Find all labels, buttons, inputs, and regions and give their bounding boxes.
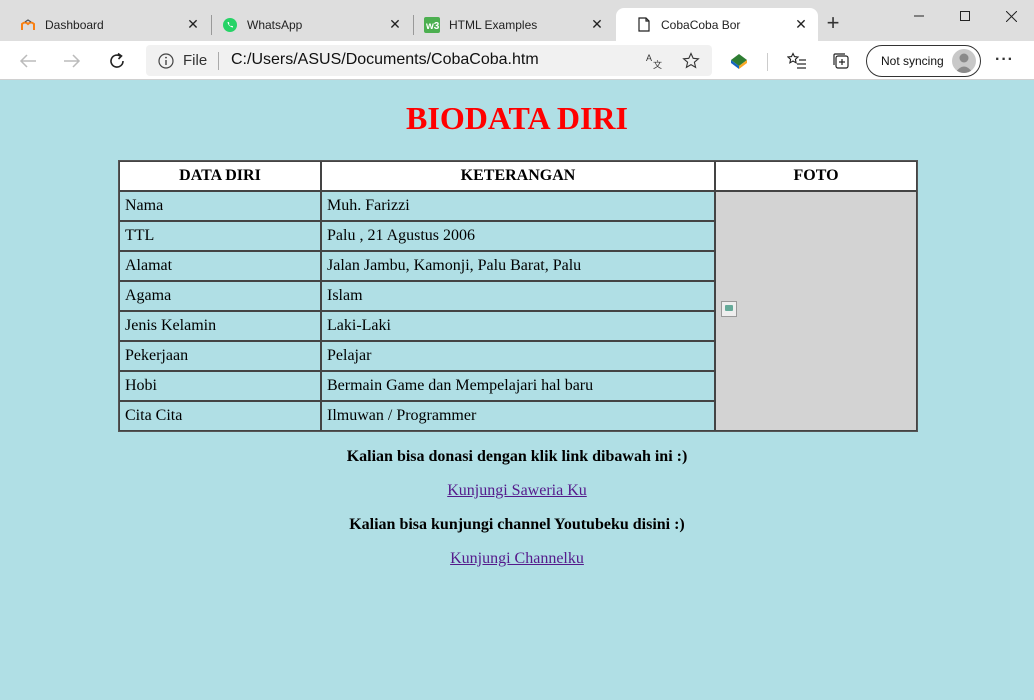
row-label: Hobi [119,371,321,401]
tab-dashboard[interactable]: Dashboard ✕ [0,8,210,41]
favorite-star-icon[interactable] [681,51,701,71]
row-label: TTL [119,221,321,251]
more-options-icon[interactable]: ··· [995,51,1014,69]
tab-title: WhatsApp [247,17,303,32]
close-icon[interactable]: ✕ [388,17,402,31]
broken-image-icon [721,300,737,317]
address-bar[interactable]: File C:/Users/ASUS/Documents/CobaCoba.ht… [146,45,712,76]
row-value: Muh. Farizzi [321,191,715,221]
page-title: BIODATA DIRI [406,100,628,136]
svg-text:A: A [646,53,652,63]
row-value: Bermain Game dan Mempelajari hal baru [321,371,715,401]
tab-cobacoba[interactable]: CobaCoba Bor ✕ [616,8,818,41]
youtube-link-wrapper: Kunjungi Channelku [0,550,1034,568]
address-divider [218,52,219,70]
photo-cell [715,191,917,431]
window-close-icon[interactable] [988,0,1034,32]
tab-bar: Dashboard ✕ WhatsApp ✕ w3 HTML Examples … [0,0,1034,41]
maximize-icon[interactable] [942,0,988,32]
close-icon[interactable]: ✕ [590,17,604,31]
tab-title: Dashboard [45,17,104,32]
sync-status-label: Not syncing [881,54,944,68]
saweria-link-wrapper: Kunjungi Saweria Ku [0,482,1034,500]
row-value: Palu , 21 Agustus 2006 [321,221,715,251]
biodata-table: DATA DIRI KETERANGAN FOTO Nama Muh. Fari… [118,160,918,432]
new-tab-icon[interactable]: + [822,12,844,34]
forward-icon[interactable] [60,49,84,73]
profile-sync-button[interactable]: Not syncing [866,45,981,77]
collections-icon[interactable] [829,49,853,73]
row-value: Laki-Laki [321,311,715,341]
youtube-channel-link[interactable]: Kunjungi Channelku [450,550,584,567]
table-header-row: DATA DIRI KETERANGAN FOTO [119,161,917,191]
row-value: Jalan Jambu, Kamonji, Palu Barat, Palu [321,251,715,281]
header-data-diri: DATA DIRI [119,161,321,191]
donate-text: Kalian bisa donasi dengan klik link diba… [346,448,688,465]
minimize-icon[interactable] [896,0,942,32]
row-label: Nama [119,191,321,221]
row-label: Pekerjaan [119,341,321,371]
youtube-text: Kalian bisa kunjungi channel Youtubeku d… [349,516,685,533]
row-label: Agama [119,281,321,311]
row-value: Pelajar [321,341,715,371]
page-icon [636,17,652,33]
row-label: Cita Cita [119,401,321,431]
favorites-icon[interactable] [785,49,809,73]
saweria-link[interactable]: Kunjungi Saweria Ku [447,482,587,499]
back-icon[interactable] [16,49,40,73]
svg-text:文: 文 [653,59,662,70]
extension-icon[interactable] [727,49,751,73]
row-value: Islam [321,281,715,311]
w3schools-icon: w3 [424,16,440,33]
header-foto: FOTO [715,161,917,191]
avatar [952,49,976,73]
tab-title: HTML Examples [449,17,538,32]
browser-toolbar: File C:/Users/ASUS/Documents/CobaCoba.ht… [0,41,1034,80]
svg-text:w3: w3 [425,21,440,32]
tab-title: CobaCoba Bor [661,17,741,32]
row-label: Alamat [119,251,321,281]
translate-icon[interactable]: A文 [644,51,664,71]
close-icon[interactable]: ✕ [794,17,808,31]
address-scheme-label: File [183,52,208,69]
close-icon[interactable]: ✕ [186,17,200,31]
whatsapp-icon [222,17,238,33]
address-url[interactable]: C:/Users/ASUS/Documents/CobaCoba.htm [231,51,539,69]
header-keterangan: KETERANGAN [321,161,715,191]
info-icon[interactable] [158,53,174,74]
toolbar-divider [767,53,768,71]
refresh-icon[interactable] [105,49,129,73]
row-label: Jenis Kelamin [119,311,321,341]
row-value: Ilmuwan / Programmer [321,401,715,431]
table-row: Nama Muh. Farizzi [119,191,917,431]
tab-whatsapp[interactable]: WhatsApp ✕ [202,8,412,41]
moodle-icon [20,17,36,33]
tab-html-examples[interactable]: w3 HTML Examples ✕ [404,8,614,41]
